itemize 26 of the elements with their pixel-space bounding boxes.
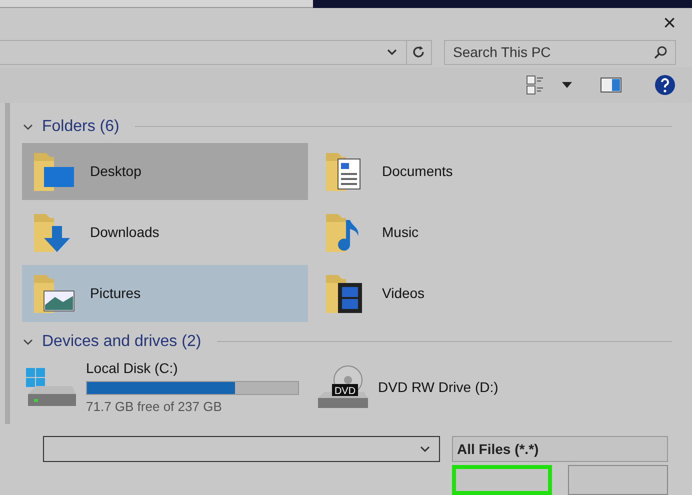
folder-name: Desktop [90, 162, 142, 181]
drive-name[interactable]: DVD RW Drive (D:) [378, 377, 498, 398]
folder-name: Downloads [90, 222, 160, 242]
group-heading[interactable]: Folders (6) [42, 114, 120, 138]
folder-tile[interactable]: Desktop [22, 142, 308, 200]
search-icon [654, 44, 668, 59]
folder-tile[interactable]: Pictures [22, 264, 308, 322]
caret-icon[interactable] [562, 80, 572, 89]
folder-tile[interactable]: Music [314, 204, 600, 260]
group-heading[interactable]: Devices and drives (2) [42, 330, 202, 354]
folder-name: Pictures [90, 284, 141, 302]
folder-name: Videos [382, 284, 425, 302]
help-icon[interactable] [654, 74, 676, 96]
preview-pane-icon[interactable] [600, 76, 622, 93]
drive-name[interactable]: Local Disk (C:) [86, 358, 299, 380]
folder-tile[interactable]: Videos [314, 264, 600, 322]
free-space: 71.7 GB free of 237 GB [86, 398, 223, 416]
file-name-combo[interactable] [43, 436, 440, 462]
view-options-icon[interactable] [526, 74, 546, 95]
folder-name: Documents [382, 162, 453, 180]
search-field[interactable]: Search This PC [444, 40, 676, 65]
close-button[interactable]: × [659, 12, 680, 34]
folder-tile[interactable]: Downloads [22, 204, 308, 260]
folder-tile[interactable]: Documents [314, 142, 600, 200]
folder-name: Music [382, 222, 419, 242]
file-type-combo[interactable]: All Files (*.*) [452, 436, 668, 462]
